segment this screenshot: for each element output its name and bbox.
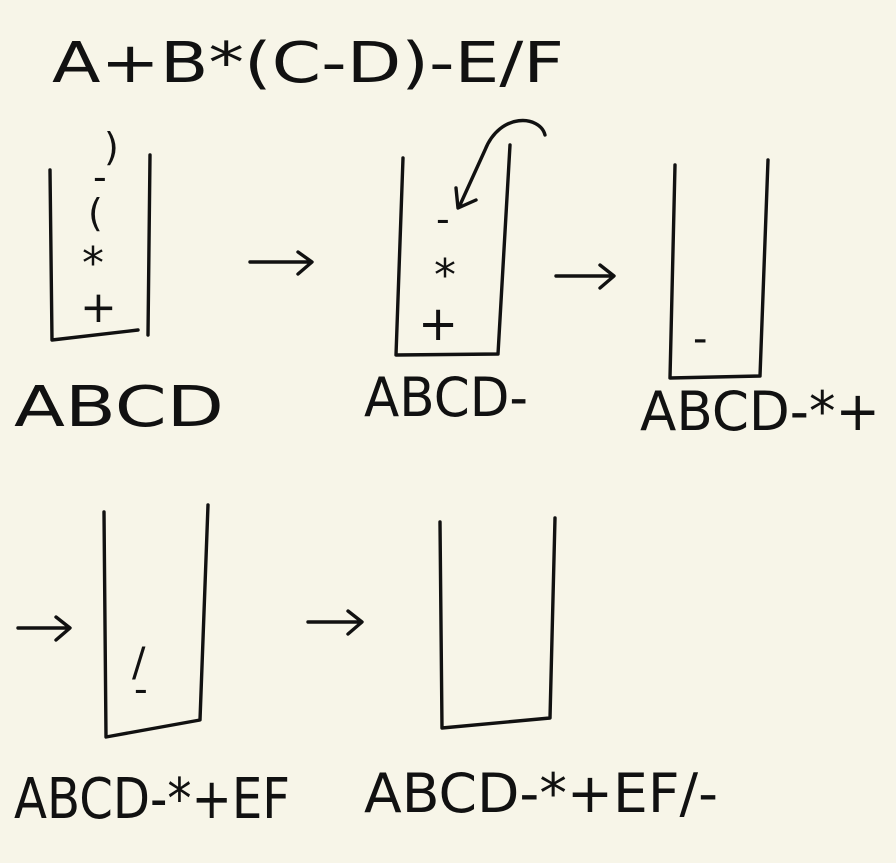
stack-2: - * + [394,118,547,357]
diagram-canvas: A+B*(C-D)-E/F ) - ( * + ABCD - * + ABCD-… [14,31,880,832]
stack-2-item-minus: - [436,197,450,241]
stack-5-empty [438,516,557,730]
arrow-4-right-icon [306,609,364,636]
output-1: ABCD [14,375,224,440]
stack-4-item-minus: - [134,667,148,711]
expression-title: A+B*(C-D)-E/F [52,31,564,96]
stack-5-container [438,516,557,730]
infix-to-postfix-diagram: A+B*(C-D)-E/F ) - ( * + ABCD - * + ABCD-… [0,0,896,863]
pop-arrow-curve [458,118,547,207]
arrow-1-right-icon [248,250,314,276]
arrow-3-right-icon [16,615,72,642]
output-4: ABCD-*+EF [14,767,290,832]
stack-4: / - [102,503,210,739]
stack-1-item-open-paren: ( [88,191,103,235]
output-2: ABCD- [364,366,528,429]
stack-1: ) - ( * + [48,125,152,342]
arrow-2-right-icon [554,263,616,290]
output-5: ABCD-*+EF/- [364,762,718,825]
stack-1-item-plus: + [80,282,117,333]
stack-3-container [668,158,770,380]
stack-3-item-minus: - [693,316,707,362]
stack-2-item-multiply: * [434,250,456,301]
stack-2-item-plus: + [418,296,458,352]
stack-4-container [102,503,210,739]
output-3: ABCD-*+ [640,380,880,443]
stack-1-right-wall [146,153,152,337]
stack-3: - [668,158,770,380]
